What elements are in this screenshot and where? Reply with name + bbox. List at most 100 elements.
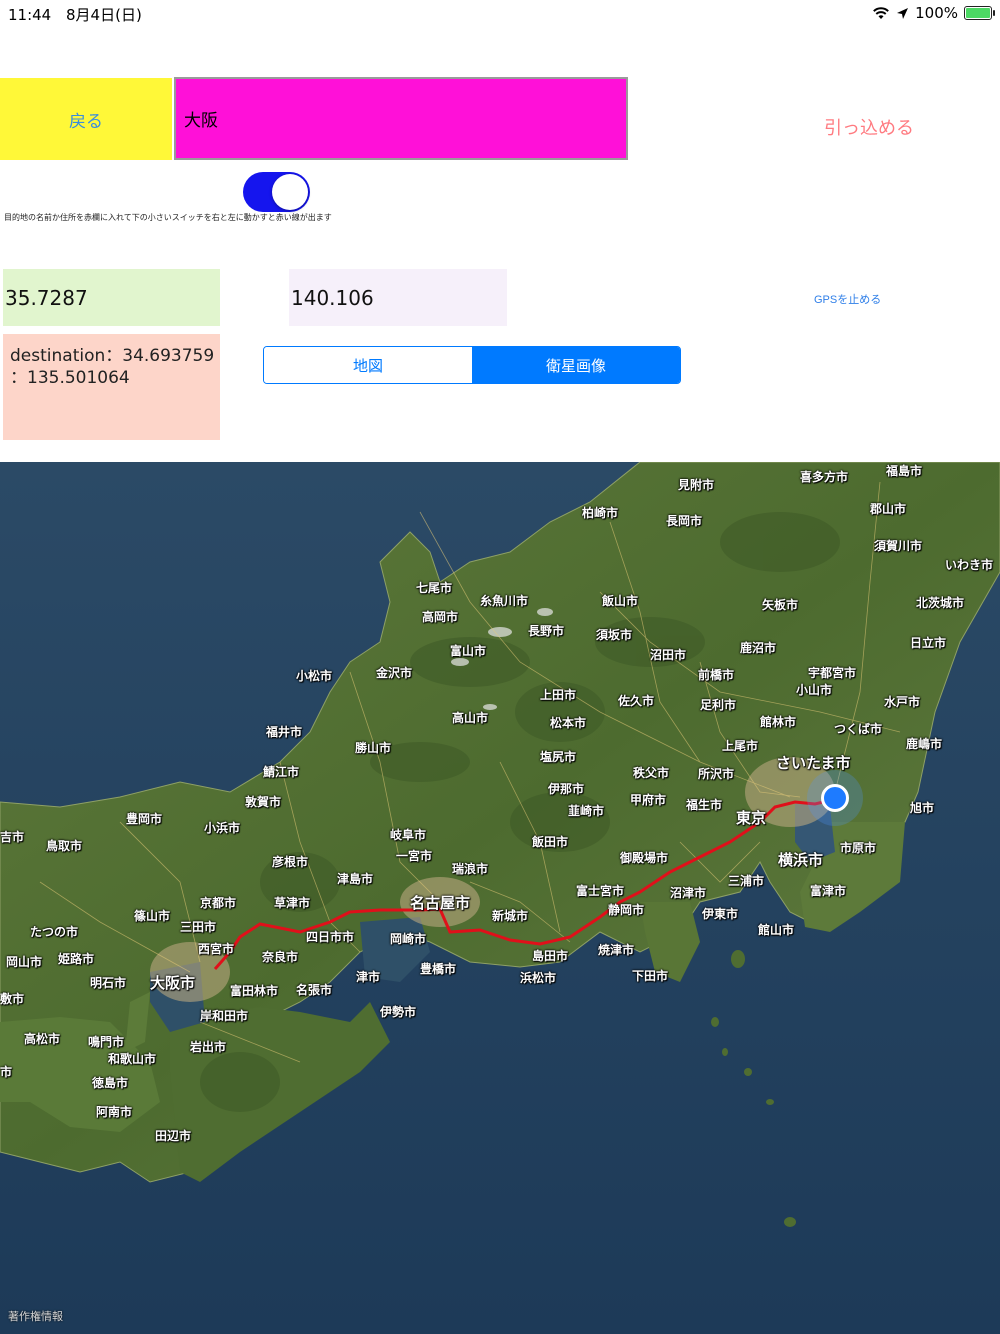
battery-icon bbox=[964, 6, 995, 20]
city-label: さいたま市 bbox=[776, 754, 851, 772]
city-label: 名古屋市 bbox=[410, 894, 471, 912]
city-label: 高岡市 bbox=[422, 610, 459, 624]
city-label: 小山市 bbox=[796, 683, 833, 697]
city-label: 秩父市 bbox=[633, 766, 670, 780]
city-label: 柏崎市 bbox=[582, 506, 619, 520]
retract-button[interactable]: 引っ込める bbox=[818, 113, 920, 141]
city-label: 沼津市 bbox=[670, 886, 707, 900]
city-label: 金沢市 bbox=[376, 666, 413, 680]
city-label: 上尾市 bbox=[722, 739, 759, 753]
city-label: 富山市 bbox=[450, 644, 487, 658]
toggle-knob bbox=[272, 174, 308, 210]
city-label: 勝山市 bbox=[355, 741, 392, 755]
city-label: 三田市 bbox=[180, 920, 217, 934]
city-label: 小松市 bbox=[296, 669, 333, 683]
city-label: 旭市 bbox=[910, 801, 935, 815]
status-time-text: 11:44 bbox=[8, 6, 52, 24]
city-label: 彦根市 bbox=[272, 855, 309, 869]
map-view[interactable]: 福島市 喜多方市 見附市 柏崎市 長岡市 郡山市 須賀川市 いわき市 七尾市 糸… bbox=[0, 462, 1000, 1334]
city-label: 伊那市 bbox=[548, 782, 585, 796]
city-label: 市原市 bbox=[840, 841, 877, 855]
city-label: 姫路市 bbox=[58, 952, 95, 966]
longitude-field[interactable]: 140.106 bbox=[289, 269, 507, 326]
city-label: 和歌山市 bbox=[108, 1052, 157, 1066]
city-label: 喜多方市 bbox=[800, 470, 849, 484]
back-button[interactable]: 戻る bbox=[0, 78, 172, 160]
city-label: 館山市 bbox=[758, 923, 795, 937]
city-label: 鹿沼市 bbox=[740, 641, 777, 655]
city-label: 岐阜市 bbox=[390, 828, 427, 842]
city-label: 市 bbox=[0, 1065, 13, 1079]
location-arrow-icon bbox=[897, 7, 909, 19]
city-label: 足利市 bbox=[700, 698, 737, 712]
city-label: 阿南市 bbox=[96, 1105, 133, 1119]
city-label: 福生市 bbox=[686, 798, 723, 812]
city-label: 鳥取市 bbox=[46, 839, 83, 853]
city-label: 下田市 bbox=[632, 969, 669, 983]
user-location-dot bbox=[821, 784, 849, 812]
city-label: 高松市 bbox=[24, 1032, 61, 1046]
city-label: 御殿場市 bbox=[620, 851, 669, 865]
city-label: たつの市 bbox=[30, 925, 79, 939]
latitude-field[interactable]: 35.7287 bbox=[3, 269, 220, 326]
gps-stop-button[interactable]: GPSを止める bbox=[814, 291, 881, 307]
route-toggle[interactable] bbox=[243, 172, 310, 212]
city-label: 須坂市 bbox=[596, 628, 633, 642]
copyright-link[interactable]: 著作権情報 bbox=[8, 1308, 63, 1324]
city-label: 岸和田市 bbox=[200, 1009, 249, 1023]
city-label: 佐久市 bbox=[618, 694, 655, 708]
city-label: 沼田市 bbox=[650, 648, 687, 662]
destination-readout: destination：34.693759 ：135.501064 bbox=[3, 334, 220, 440]
city-label: 岩出市 bbox=[190, 1040, 227, 1054]
city-label: 所沢市 bbox=[698, 767, 735, 781]
city-label: 宇都宮市 bbox=[808, 666, 857, 680]
city-label: 田辺市 bbox=[155, 1129, 192, 1143]
city-label: 豊岡市 bbox=[126, 812, 163, 826]
destination-line1: destination：34.693759 bbox=[10, 346, 215, 366]
city-label: 富士宮市 bbox=[576, 884, 625, 898]
city-label: 浜松市 bbox=[520, 971, 557, 985]
city-label: 岡崎市 bbox=[390, 932, 427, 946]
city-label: 飯山市 bbox=[602, 594, 639, 608]
city-label: 名張市 bbox=[296, 983, 333, 997]
city-label: 豊橋市 bbox=[420, 962, 457, 976]
city-label: 新城市 bbox=[492, 909, 529, 923]
city-label: 糸魚川市 bbox=[480, 594, 529, 608]
city-label: 甲府市 bbox=[630, 793, 667, 807]
city-label: 水戸市 bbox=[884, 695, 921, 709]
destination-line2: ：135.501064 bbox=[10, 368, 130, 388]
segment-map[interactable]: 地図 bbox=[264, 347, 472, 383]
segment-satellite[interactable]: 衛星画像 bbox=[472, 347, 680, 383]
status-time: 11:44 8月4日(日) bbox=[8, 4, 142, 25]
city-label: 北茨城市 bbox=[916, 596, 965, 610]
city-label: 高山市 bbox=[452, 711, 489, 725]
city-label: 大阪市 bbox=[150, 974, 196, 992]
city-label: 矢板市 bbox=[762, 598, 799, 612]
city-label: 伊勢市 bbox=[380, 1005, 417, 1019]
city-label: 鹿嶋市 bbox=[906, 737, 943, 751]
city-label: 篠山市 bbox=[134, 909, 171, 923]
city-label: 見附市 bbox=[678, 478, 715, 492]
city-label: 塩尻市 bbox=[540, 750, 577, 764]
city-label: 瑞浪市 bbox=[452, 862, 489, 876]
city-label: 七尾市 bbox=[416, 581, 453, 595]
map-type-segment[interactable]: 地図 衛星画像 bbox=[263, 346, 681, 384]
status-right: 100% bbox=[872, 4, 995, 22]
city-label: 東京 bbox=[736, 809, 767, 827]
city-label: 富津市 bbox=[810, 884, 847, 898]
city-label: 草津市 bbox=[274, 896, 311, 910]
city-label: 津島市 bbox=[337, 872, 374, 886]
city-label: 静岡市 bbox=[608, 903, 645, 917]
city-label: 伊東市 bbox=[702, 907, 739, 921]
battery-percent: 100% bbox=[915, 4, 958, 22]
city-label: 徳島市 bbox=[92, 1076, 129, 1090]
city-label: 一宮市 bbox=[396, 849, 433, 863]
city-label: いわき市 bbox=[945, 558, 994, 572]
city-label: 明石市 bbox=[90, 976, 127, 990]
city-label: 鳴門市 bbox=[88, 1035, 125, 1049]
destination-input[interactable]: 大阪 bbox=[174, 77, 628, 160]
hint-text: 目的地の名前か住所を赤欄に入れて下の小さいスイッチを右と左に動かすと赤い線が出ま… bbox=[4, 213, 332, 222]
city-label: 津市 bbox=[356, 970, 381, 984]
city-label: 焼津市 bbox=[598, 943, 635, 957]
city-label: 日立市 bbox=[910, 636, 947, 650]
